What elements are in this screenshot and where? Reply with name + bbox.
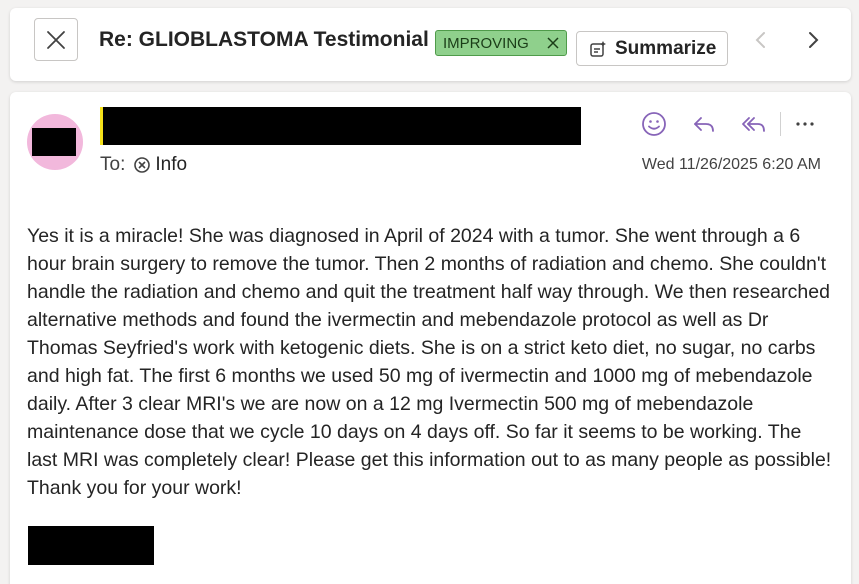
email-subject: Re: GLIOBLASTOMA Testimonial — [99, 28, 429, 51]
remove-tag-button[interactable] — [546, 34, 560, 52]
reply-icon — [694, 117, 714, 132]
recipient-chip[interactable]: Info — [133, 154, 187, 176]
redacted-initials — [32, 128, 76, 156]
divider — [780, 112, 781, 136]
close-icon — [547, 37, 559, 49]
more-actions-button[interactable] — [791, 110, 819, 138]
reply-button[interactable] — [690, 110, 718, 138]
message-card: To: Info Wed 11/26/2025 6:20 AM Yes it i… — [10, 92, 851, 584]
summarize-label: Summarize — [615, 37, 717, 59]
avatar — [27, 114, 83, 170]
category-tag: IMPROVING — [435, 30, 567, 56]
reply-all-button[interactable] — [740, 110, 768, 138]
more-icon — [796, 122, 814, 126]
emoji-icon — [642, 112, 666, 136]
message-body: Yes it is a miracle! She was diagnosed i… — [27, 225, 832, 499]
summarize-icon — [590, 40, 606, 57]
react-button[interactable] — [640, 110, 668, 138]
recipient-name: Info — [155, 154, 188, 175]
blocked-circle-icon — [134, 157, 151, 173]
reading-pane-header: Re: GLIOBLASTOMA Testimonial IMPROVING S… — [10, 8, 851, 81]
summarize-button[interactable]: Summarize — [576, 31, 728, 66]
category-tag-label: IMPROVING — [443, 34, 529, 52]
previous-message-button[interactable] — [751, 28, 771, 52]
next-message-button[interactable] — [803, 28, 823, 52]
reply-all-icon — [742, 117, 765, 132]
redacted-signature — [28, 526, 154, 565]
close-button[interactable] — [34, 18, 78, 61]
recipients-line: To: Info — [100, 154, 187, 176]
message-actions — [640, 110, 819, 138]
to-label: To: — [100, 154, 126, 175]
message-date: Wed 11/26/2025 6:20 AM — [641, 156, 821, 173]
redacted-sender — [100, 107, 581, 145]
close-icon — [47, 30, 65, 49]
